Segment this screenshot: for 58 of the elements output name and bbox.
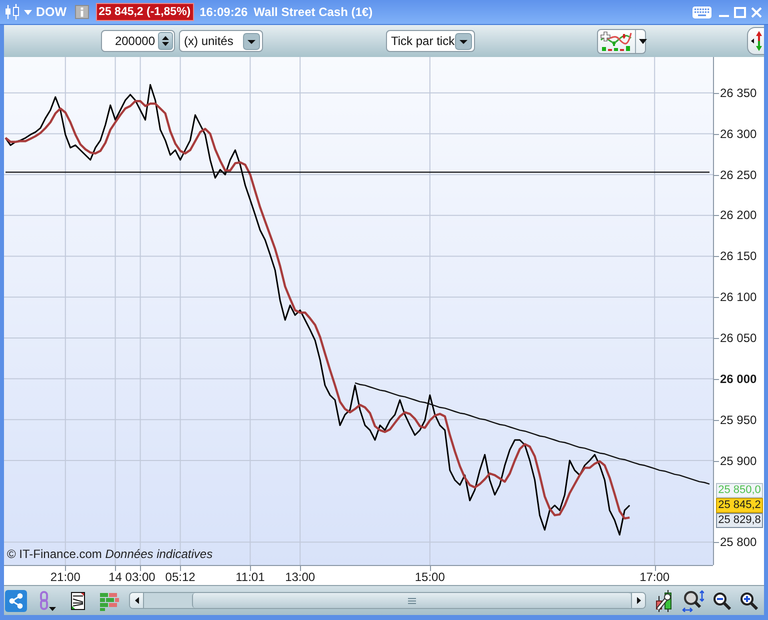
copyright-notice: © IT-Finance.com Données indicatives — [7, 547, 213, 561]
share-icon[interactable] — [5, 590, 27, 612]
horizontal-line[interactable] — [6, 172, 710, 173]
price-axis-label: 25 900 — [720, 454, 757, 468]
close-icon[interactable] — [751, 6, 762, 18]
price-axis-label: 26 050 — [720, 331, 757, 345]
down-arrow-icon — [162, 42, 169, 46]
last-price-tag: 25 845,2 — [716, 498, 763, 513]
time-axis-label: 14 — [108, 570, 122, 584]
indicators-button[interactable] — [597, 28, 646, 54]
price-tag: 25 829,8 — [716, 512, 763, 528]
price-axis-label: 26 150 — [720, 249, 757, 264]
price-axis-label: 26 100 — [720, 290, 757, 304]
scrollbar-thumb[interactable] — [192, 593, 631, 608]
time-axis-label: 21:00 — [50, 570, 80, 584]
indicator-chart-icon — [600, 31, 632, 51]
info-icon[interactable] — [74, 5, 89, 19]
caret-icon — [455, 32, 472, 50]
time-axis-label: 03:00 — [125, 570, 156, 584]
side-panel-tab[interactable] — [747, 27, 764, 55]
caret-icon — [24, 10, 32, 14]
time-axis-label: 13:00 — [285, 570, 316, 584]
candles-wrench-icon[interactable] — [655, 590, 673, 612]
scrollbar[interactable] — [129, 592, 646, 609]
keyboard-icon[interactable] — [692, 6, 712, 18]
candlestick-icon[interactable] — [5, 4, 19, 20]
price-axis-label: 26 250 — [720, 168, 757, 182]
period-dropdown[interactable]: Tick par tick — [386, 30, 475, 52]
quote-time: 16:09:26 — [200, 5, 248, 19]
price-axis-label: 26 000 — [720, 372, 757, 386]
unit-dropdown[interactable]: (x) unités — [179, 30, 263, 52]
price-axis-label: 25 800 — [720, 535, 757, 550]
zoom-out-icon[interactable] — [713, 592, 731, 610]
right-arrow-icon — [636, 597, 640, 604]
up-arrow-icon — [162, 36, 169, 40]
time-axis-label: 17:00 — [640, 570, 670, 584]
trend-line[interactable] — [354, 382, 710, 485]
price-axis-label: 26 300 — [720, 126, 757, 141]
up-down-arrows-icon — [751, 30, 763, 52]
zoom-in-icon[interactable] — [740, 592, 758, 610]
maximize-icon[interactable] — [734, 6, 746, 18]
price-change-badge: 25 845,2 (-1,85%) — [96, 3, 194, 21]
price-axis-label: 25 950 — [720, 412, 757, 427]
time-axis-label: 05:12 — [165, 570, 196, 584]
caret-icon — [243, 32, 260, 50]
price-axis-label: 26 200 — [720, 208, 757, 222]
scroll-left-button[interactable] — [130, 593, 144, 608]
instrument-name: Wall Street Cash (1€) — [254, 5, 373, 19]
left-arrow-icon — [134, 597, 138, 604]
grip-icon — [408, 598, 416, 604]
zoom-fit-icon[interactable] — [682, 590, 704, 612]
price-tag: 25 850,0 — [716, 482, 763, 498]
spinner-control[interactable] — [158, 32, 173, 50]
price-axis-label: 26 350 — [720, 86, 757, 100]
time-axis-label: 15:00 — [414, 570, 445, 584]
time-axis-label: 11:01 — [236, 570, 265, 584]
scroll-right-button[interactable] — [631, 593, 645, 608]
caret-icon — [639, 38, 647, 44]
